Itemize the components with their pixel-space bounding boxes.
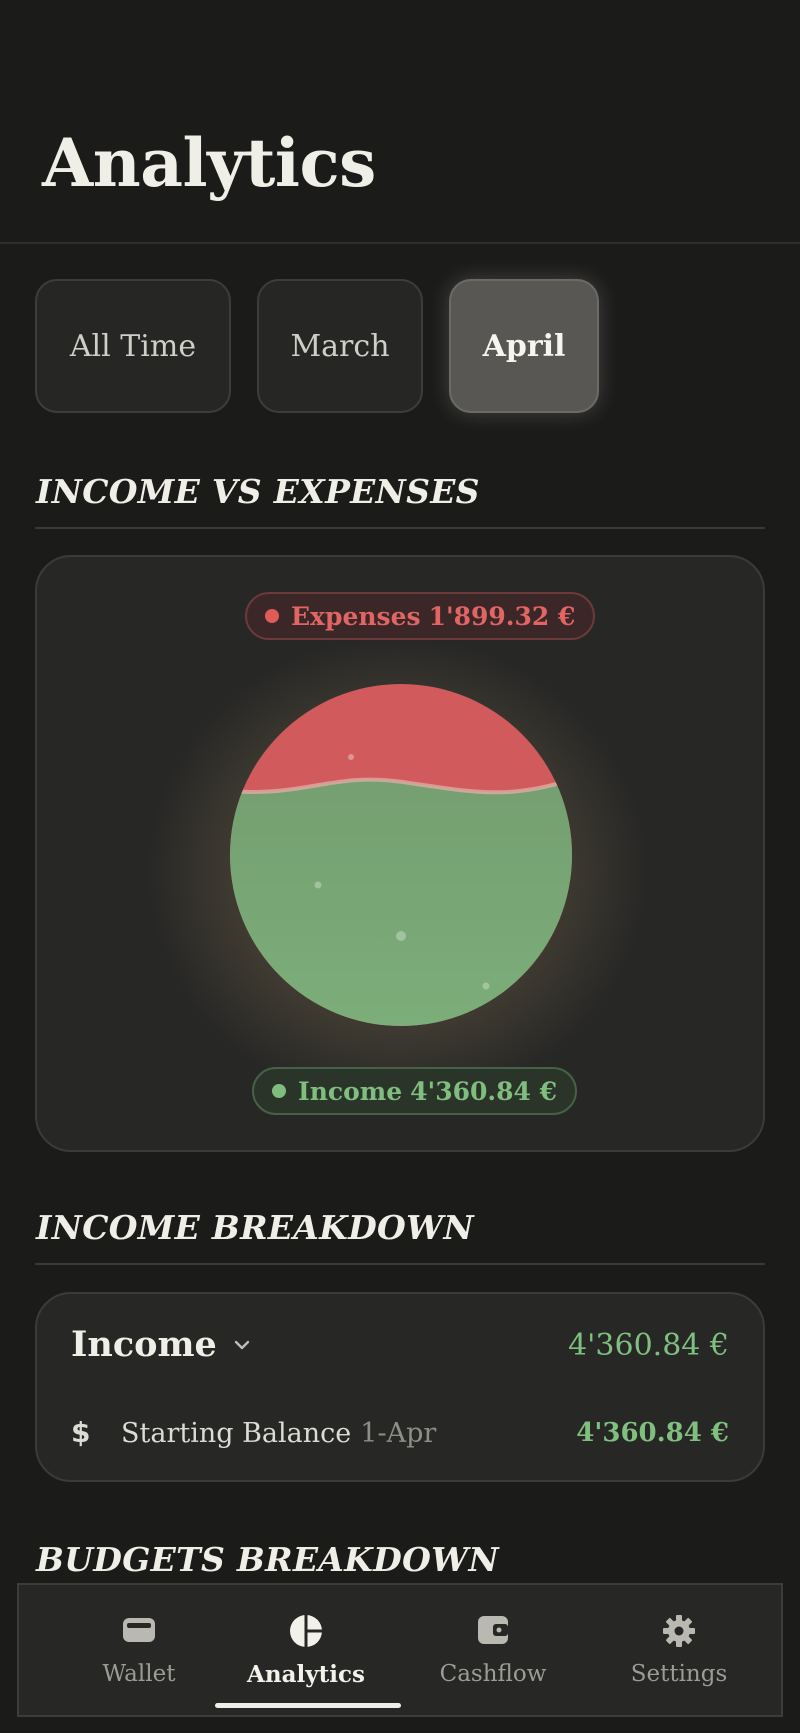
gear-icon — [589, 1613, 769, 1653]
list-item[interactable]: $ Starting Balance 1-Apr 4'360.84 € — [71, 1416, 729, 1456]
analytics-screen: Analytics All Time March April INCOME VS… — [0, 0, 800, 1733]
chevron-down-icon — [231, 1334, 253, 1356]
wallet-icon — [49, 1613, 229, 1653]
income-label: Income — [298, 1076, 403, 1106]
income-item-date: 1-Apr — [360, 1418, 437, 1449]
income-legend: Income 4'360.84 € — [252, 1067, 577, 1115]
filter-march-button[interactable]: March — [257, 279, 423, 413]
section-heading-income-vs-expenses: INCOME VS EXPENSES — [36, 472, 480, 511]
bubble — [396, 931, 406, 941]
page-title: Analytics — [42, 124, 376, 202]
cashflow-icon — [403, 1613, 583, 1653]
section-divider — [35, 527, 765, 529]
income-item-label: Starting Balance — [121, 1418, 352, 1449]
tab-settings[interactable]: Settings — [589, 1585, 769, 1715]
income-group-toggle[interactable]: Income — [71, 1324, 253, 1365]
filter-all-time-button[interactable]: All Time — [35, 279, 231, 413]
bubble — [482, 982, 490, 990]
tab-settings-label: Settings — [630, 1661, 728, 1687]
tab-wallet[interactable]: Wallet — [49, 1585, 229, 1715]
income-dot-icon — [272, 1084, 286, 1098]
tab-cashflow-label: Cashflow — [439, 1661, 547, 1687]
income-region — [230, 775, 572, 1026]
section-heading-budgets-breakdown: BUDGETS BREAKDOWN — [36, 1540, 499, 1579]
tab-cashflow[interactable]: Cashflow — [403, 1585, 583, 1715]
tab-analytics[interactable]: Analytics — [216, 1585, 396, 1715]
bottom-tab-bar: Wallet Analytics Cashflow Settings — [17, 1583, 783, 1717]
tab-analytics-label: Analytics — [247, 1661, 365, 1688]
expenses-legend: Expenses 1'899.32 € — [245, 592, 596, 640]
dollar-icon: $ — [71, 1416, 91, 1449]
income-expense-chart — [230, 684, 572, 1026]
income-value: 4'360.84 € — [410, 1076, 557, 1106]
bubble — [348, 754, 354, 760]
expenses-label: Expenses — [291, 601, 421, 631]
income-total: 4'360.84 € — [568, 1328, 729, 1363]
income-vs-expenses-card: Expenses 1'899.32 € Income 4'360.84 € — [35, 555, 765, 1152]
income-item-amount: 4'360.84 € — [576, 1418, 729, 1448]
section-heading-income-breakdown: INCOME BREAKDOWN — [36, 1208, 474, 1247]
pie-chart-icon — [216, 1613, 396, 1653]
expenses-dot-icon — [265, 609, 279, 623]
active-tab-indicator — [215, 1703, 401, 1708]
income-breakdown-card: Income 4'360.84 € $ Starting Balance 1-Ap… — [35, 1292, 765, 1482]
title-divider — [0, 242, 800, 244]
filter-april-button[interactable]: April — [449, 279, 599, 413]
expenses-value: 1'899.32 € — [428, 601, 576, 631]
income-group-title: Income — [71, 1324, 217, 1365]
tab-wallet-label: Wallet — [102, 1661, 176, 1687]
bubble — [314, 881, 322, 889]
section-divider — [35, 1263, 765, 1265]
